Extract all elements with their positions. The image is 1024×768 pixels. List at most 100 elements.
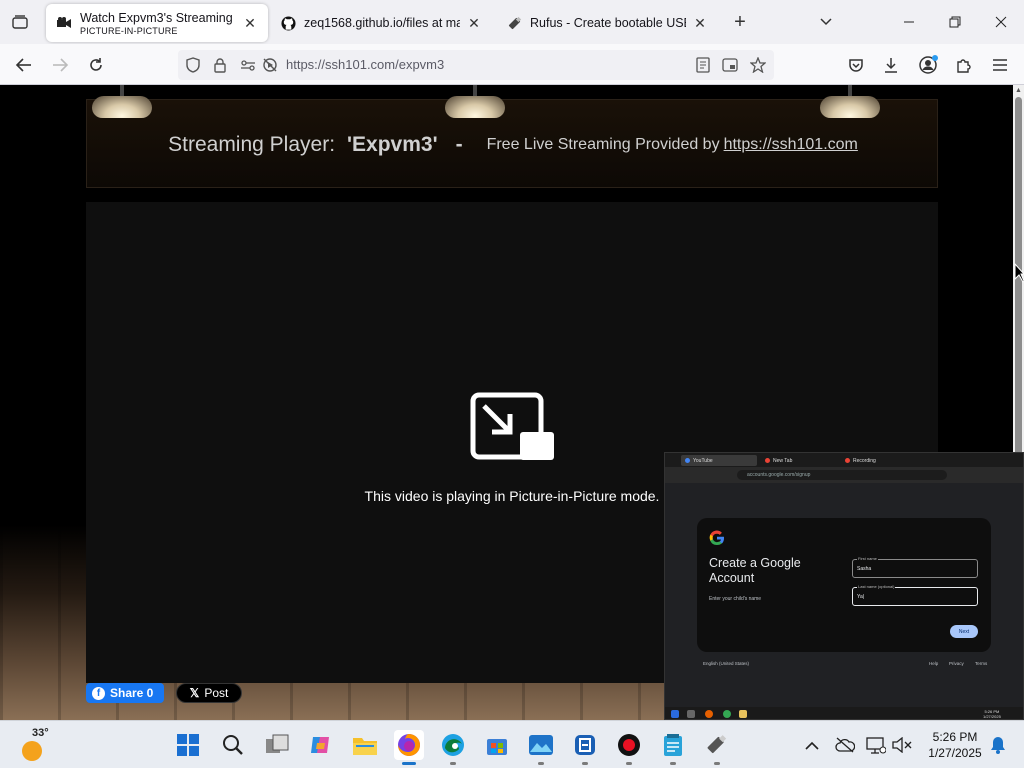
- windows-taskbar: 33° 5:26 PM 1/27/2025: [0, 720, 1024, 768]
- edge-button[interactable]: [438, 730, 468, 765]
- tab-title: zeq1568.github.io/files at maste: [304, 16, 460, 30]
- photos-icon: [529, 735, 553, 755]
- back-arrow-icon: [15, 58, 31, 72]
- picture-in-picture-icon[interactable]: [721, 56, 739, 74]
- facebook-share-button[interactable]: f Share 0: [86, 683, 164, 703]
- pip-tab: YouTube: [681, 455, 757, 466]
- notifications-button[interactable]: [988, 735, 1008, 755]
- banner-label: Streaming Player:: [168, 132, 336, 156]
- search-icon: [687, 710, 695, 718]
- bookmark-star-icon[interactable]: [749, 56, 767, 74]
- account-button[interactable]: [915, 52, 941, 78]
- pocket-button[interactable]: [843, 52, 869, 78]
- autoplay-blocked-icon[interactable]: [261, 56, 279, 74]
- url-bar[interactable]: https://ssh101.com/expvm3: [178, 50, 774, 80]
- start-button[interactable]: [173, 730, 203, 760]
- folder-icon: [353, 738, 377, 755]
- usb-tool-icon: [707, 735, 727, 754]
- app-icon: [575, 735, 595, 755]
- pip-clock: 5:26 PM 1/27/2025: [983, 709, 1001, 719]
- reload-button[interactable]: [83, 52, 109, 78]
- windows-start-icon: [177, 734, 199, 756]
- usb-icon: [506, 15, 522, 31]
- minimize-button[interactable]: [886, 8, 932, 36]
- footer-privacy-link: Privacy: [949, 661, 964, 666]
- extensions-button[interactable]: [951, 52, 977, 78]
- firefox-icon: [705, 710, 713, 718]
- taskbar-clock[interactable]: 5:26 PM 1/27/2025: [920, 729, 990, 761]
- tab-rufus[interactable]: Rufus - Create bootable USB dri ✕: [496, 4, 718, 42]
- close-window-button[interactable]: [978, 8, 1024, 36]
- shield-icon[interactable]: [184, 56, 202, 74]
- pip-tabbar: YouTube New Tab Recording: [665, 453, 1023, 467]
- copilot-button[interactable]: [306, 730, 336, 760]
- ssh101-link[interactable]: https://ssh101.com: [724, 136, 858, 154]
- pocket-icon: [849, 59, 863, 72]
- firefox-icon: [398, 734, 420, 756]
- onedrive-tray-button[interactable]: [835, 735, 855, 755]
- volume-tray-button[interactable]: [892, 735, 912, 755]
- tab-list-icon: [12, 15, 28, 29]
- menu-button[interactable]: [987, 52, 1013, 78]
- app-button[interactable]: [570, 730, 600, 765]
- lock-icon[interactable]: [211, 56, 229, 74]
- permissions-icon[interactable]: [239, 56, 257, 74]
- footer-help-link: Help: [929, 661, 939, 666]
- chrome-icon: [723, 710, 731, 718]
- tab-list-button[interactable]: [8, 10, 32, 34]
- camera-icon: [56, 15, 72, 31]
- store-button[interactable]: [482, 730, 512, 760]
- minimize-icon: [904, 21, 914, 23]
- list-all-tabs-button[interactable]: [816, 12, 836, 32]
- weather-widget[interactable]: 33°: [20, 727, 54, 763]
- new-tab-button[interactable]: +: [730, 10, 750, 34]
- file-explorer-button[interactable]: [350, 730, 380, 760]
- mouse-cursor-icon: [1014, 263, 1024, 283]
- restore-button[interactable]: [932, 8, 978, 36]
- first-name-field: First name Sasha: [852, 556, 978, 578]
- forward-button[interactable]: [47, 52, 73, 78]
- network-tray-button[interactable]: [866, 735, 886, 755]
- back-button[interactable]: [11, 52, 37, 78]
- close-tab-icon[interactable]: ✕: [466, 15, 482, 31]
- hamburger-icon: [993, 59, 1007, 71]
- usb-tool-button[interactable]: [702, 730, 732, 765]
- pip-tab: New Tab: [761, 455, 837, 466]
- close-tab-icon[interactable]: ✕: [692, 15, 708, 31]
- copilot-icon: [311, 737, 329, 753]
- task-view-button[interactable]: [262, 730, 292, 760]
- pip-window[interactable]: YouTube New Tab Recording accounts.googl…: [664, 452, 1024, 720]
- search-icon: [223, 735, 243, 755]
- notepad-button[interactable]: [658, 730, 688, 765]
- chevron-down-icon: [820, 18, 832, 26]
- downloads-button[interactable]: [878, 52, 904, 78]
- language-selector: English (United States): [703, 661, 750, 666]
- tab-title: Rufus - Create bootable USB dri: [530, 16, 686, 30]
- banner-separator: -: [455, 132, 463, 156]
- facebook-icon: f: [92, 686, 105, 700]
- show-hidden-icons-button[interactable]: [802, 735, 822, 755]
- url-text[interactable]: https://ssh101.com/expvm3: [286, 57, 444, 72]
- task-view-icon: [266, 734, 289, 753]
- tab-github[interactable]: zeq1568.github.io/files at maste ✕: [270, 4, 492, 42]
- bell-icon: [991, 737, 1005, 754]
- scroll-up-icon[interactable]: ▲: [1015, 87, 1022, 94]
- photos-button[interactable]: [526, 730, 556, 765]
- x-logo-icon: 𝕏: [189, 686, 200, 700]
- cloud-off-icon: [835, 737, 855, 753]
- restore-icon: [949, 16, 961, 28]
- reader-view-icon[interactable]: [694, 56, 712, 74]
- start-icon: [671, 710, 679, 718]
- next-button: Next: [950, 625, 978, 638]
- last-name-field: Last name (optional) Ya|: [852, 584, 978, 606]
- firefox-button[interactable]: [394, 730, 424, 765]
- google-signup-card: Create a Google Account Enter your child…: [697, 518, 991, 652]
- pip-url-bar: accounts.google.com/signup: [737, 470, 947, 480]
- x-post-button[interactable]: 𝕏 Post: [176, 683, 242, 703]
- tab-expvm3[interactable]: Watch Expvm3's Streaming - Cr PICTURE-IN…: [46, 4, 268, 42]
- taskbar-search-button[interactable]: [218, 730, 248, 760]
- record-button[interactable]: [614, 730, 644, 765]
- puzzle-icon: [957, 59, 971, 73]
- close-tab-icon[interactable]: ✕: [242, 15, 258, 31]
- weather-sun-icon: [22, 741, 42, 761]
